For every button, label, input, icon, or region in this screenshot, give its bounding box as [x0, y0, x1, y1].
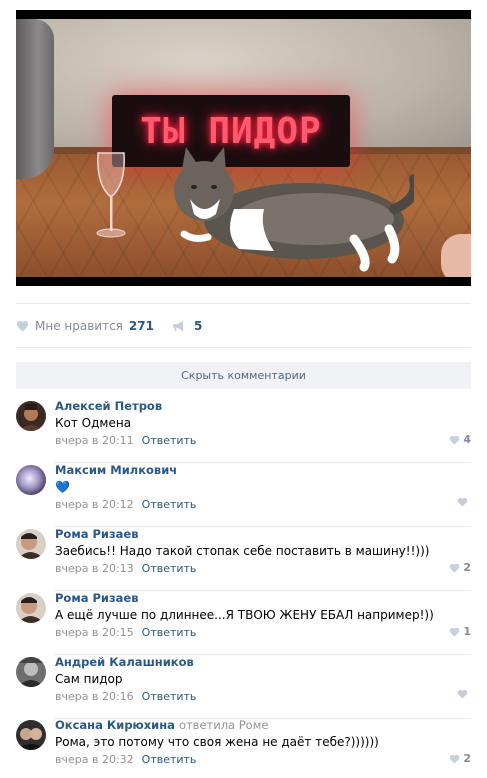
heart-icon [450, 754, 460, 764]
avatar[interactable] [16, 529, 46, 559]
like-button[interactable]: Мне нравится 271 [16, 319, 154, 333]
hide-comments-button[interactable]: Скрыть комментарии [16, 362, 471, 389]
comment-text: Рома, это потому что своя жена не даёт т… [55, 735, 379, 749]
like-label: Мне нравится [35, 319, 123, 333]
comment-like-count: 2 [463, 561, 471, 574]
comment-time[interactable]: вчера в 20:11 [55, 434, 134, 447]
reply-to-label[interactable]: ответила Роме [179, 718, 269, 732]
heart-icon [450, 435, 460, 445]
comment: Андрей Калашников Сам пидор вчера в 20:1… [16, 655, 471, 719]
like-count: 271 [128, 319, 154, 333]
comment-like-count: 2 [463, 752, 471, 765]
comment-like-button[interactable]: 2 [449, 752, 471, 765]
comment-like-button[interactable] [457, 497, 471, 507]
comment-like-button[interactable]: 4 [449, 433, 471, 446]
divider [16, 303, 471, 304]
comment-time[interactable]: вчера в 20:12 [55, 498, 134, 511]
megaphone-icon [173, 320, 184, 332]
post-actions: Мне нравится 271 5 [16, 318, 220, 334]
comment-author[interactable]: Максим Милкович [55, 463, 471, 477]
reply-link[interactable]: Ответить [142, 626, 197, 639]
comment-text: Сам пидор [55, 672, 123, 686]
comment-like-button[interactable]: 2 [449, 561, 471, 574]
heart-icon [450, 627, 460, 637]
comment-text: Заебись!! Надо такой стопак себе постави… [55, 544, 430, 558]
comment-like-count: 1 [463, 625, 471, 638]
comment-time[interactable]: вчера в 20:15 [55, 626, 134, 639]
avatar[interactable] [16, 720, 46, 750]
comment-author[interactable]: Андрей Калашников [55, 655, 471, 669]
comment: Оксана Кирюхина ответила Роме Рома, это … [16, 718, 471, 778]
heart-icon [450, 563, 460, 573]
avatar[interactable] [16, 401, 46, 431]
reply-link[interactable]: Ответить [142, 753, 197, 766]
divider [16, 347, 471, 348]
comment-time[interactable]: вчера в 20:16 [55, 690, 134, 703]
comment: Рома Ризаев А ещё лучше по длиннее...Я Т… [16, 591, 471, 655]
comment: Максим Милкович 💙 вчера в 20:12 Ответить [16, 463, 471, 527]
reply-link[interactable]: Ответить [142, 498, 197, 511]
heart-icon [457, 497, 468, 507]
post-photo[interactable]: ТЫ ПИДОР [16, 10, 471, 286]
photo-scene: ТЫ ПИДОР [16, 19, 471, 277]
comment-text: Кот Одмена [55, 416, 132, 430]
comment-time[interactable]: вчера в 20:13 [55, 562, 134, 575]
reply-link[interactable]: Ответить [142, 562, 197, 575]
heart-icon [16, 321, 29, 332]
wine-glass-icon [96, 152, 126, 238]
reply-link[interactable]: Ответить [142, 690, 197, 703]
comment-author[interactable]: Алексей Петров [55, 399, 471, 413]
comment-text: 💙 [55, 480, 70, 494]
comment-like-button[interactable] [457, 689, 471, 699]
comment-like-button[interactable]: 1 [449, 625, 471, 638]
share-button[interactable]: 5 [172, 319, 202, 333]
cat-image [174, 147, 414, 272]
comment-author[interactable]: Рома Ризаев [55, 527, 471, 541]
avatar[interactable] [16, 593, 46, 623]
comment-time[interactable]: вчера в 20:32 [55, 753, 134, 766]
comment-text: А ещё лучше по длиннее...Я ТВОЮ ЖЕНУ ЕБА… [55, 608, 434, 622]
avatar[interactable] [16, 465, 46, 495]
comment-author[interactable]: Рома Ризаев [55, 591, 471, 605]
avatar[interactable] [16, 657, 46, 687]
heart-icon [457, 689, 468, 699]
comment: Алексей Петров Кот Одмена вчера в 20:11 О… [16, 399, 471, 463]
reply-link[interactable]: Ответить [142, 434, 197, 447]
comment-author[interactable]: Оксана Кирюхина ответила Роме [55, 718, 471, 732]
person-leg [441, 234, 471, 277]
share-count: 5 [193, 319, 203, 333]
comment-like-count: 4 [463, 433, 471, 446]
comment: Рома Ризаев Заебись!! Надо такой стопак … [16, 527, 471, 591]
curtain [16, 19, 54, 179]
